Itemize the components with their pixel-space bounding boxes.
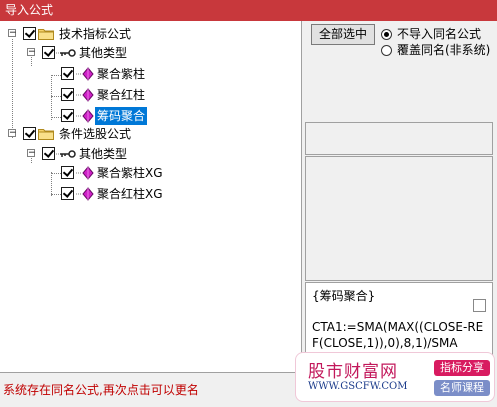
checkbox[interactable] [61, 109, 74, 122]
info-box [305, 122, 493, 155]
tree-item-label: 聚合紫柱XG [97, 166, 163, 180]
tree-item-label: 筹码聚合 [95, 107, 148, 125]
options-pane: 全部选中 不导入同名公式 覆盖同名(非系统) {筹码聚合} CTA1:=SMA(… [303, 21, 497, 372]
status-message: 系统存在同名公式,再次点击可以更名 [0, 372, 300, 406]
radio-label: 不导入同名公式 [397, 27, 482, 41]
tree-connector [51, 117, 61, 118]
checkbox[interactable] [61, 88, 74, 101]
tree-connector [51, 172, 52, 196]
tree-item-label: 聚合红柱XG [97, 187, 163, 201]
formula-tree[interactable]: − 技术指标公式 − 其他类型 聚合紫柱 聚合红柱 筹码聚合 − 条件选股公式 … [0, 21, 302, 372]
tree-item-label: 聚合紫柱 [97, 67, 146, 81]
tree-connector [51, 75, 52, 120]
tree-connector [51, 96, 61, 97]
description-box [305, 156, 493, 281]
tree-node-label: 技术指标公式 [59, 27, 132, 41]
tree-node-label: 其他类型 [79, 46, 128, 60]
checkbox[interactable] [23, 127, 36, 140]
watermark-tag-courses: 名师课程 [434, 380, 490, 396]
tree-node-label: 其他类型 [79, 147, 128, 161]
key-icon [56, 47, 76, 59]
window-title: 导入公式 [0, 0, 497, 21]
collapse-toggle[interactable]: − [8, 29, 17, 38]
preview-checkbox[interactable] [473, 299, 486, 312]
checkbox[interactable] [23, 27, 36, 40]
formula-gem-icon [76, 67, 94, 81]
tree-connector [31, 57, 32, 66]
collapse-toggle[interactable]: − [27, 149, 36, 158]
tree-item-label: 聚合红柱 [97, 88, 146, 102]
site-watermark: 股市财富网 WWW.GSCFW.COM 指标分享 名师课程 [295, 352, 495, 402]
collapse-toggle[interactable]: − [8, 129, 17, 138]
tree-connector [51, 173, 61, 174]
tree-connector [12, 39, 13, 138]
radio-dot[interactable] [381, 45, 392, 56]
formula-name: {筹码聚合} [312, 289, 376, 303]
tree-connector [51, 75, 61, 76]
tree-node-label: 条件选股公式 [59, 127, 132, 141]
formula-gem-icon [76, 88, 94, 102]
collapse-toggle[interactable]: − [27, 48, 36, 57]
formula-gem-icon [76, 166, 94, 180]
checkbox[interactable] [42, 147, 55, 160]
radio-skip-duplicates[interactable]: 不导入同名公式 [381, 26, 497, 42]
formula-gem-icon [76, 187, 94, 201]
checkbox[interactable] [61, 67, 74, 80]
formula-gem-icon [76, 109, 94, 123]
radio-dot[interactable] [381, 29, 392, 40]
radio-label: 覆盖同名(非系统) [397, 43, 491, 57]
select-all-button[interactable]: 全部选中 [311, 24, 375, 45]
checkbox[interactable] [61, 166, 74, 179]
watermark-url: WWW.GSCFW.COM [308, 381, 408, 392]
watermark-site-name: 股市财富网 [308, 362, 398, 382]
tree-connector [51, 194, 61, 195]
folder-icon [38, 128, 54, 140]
watermark-tag-share: 指标分享 [434, 360, 490, 376]
checkbox[interactable] [42, 46, 55, 59]
checkbox[interactable] [61, 187, 74, 200]
folder-icon [38, 28, 54, 40]
formula-code: CTA1:=SMA(MAX((CLOSE-REF(CLOSE,1)),0),8,… [312, 320, 484, 350]
radio-overwrite-duplicates[interactable]: 覆盖同名(非系统) [381, 42, 497, 58]
key-icon [56, 148, 76, 160]
